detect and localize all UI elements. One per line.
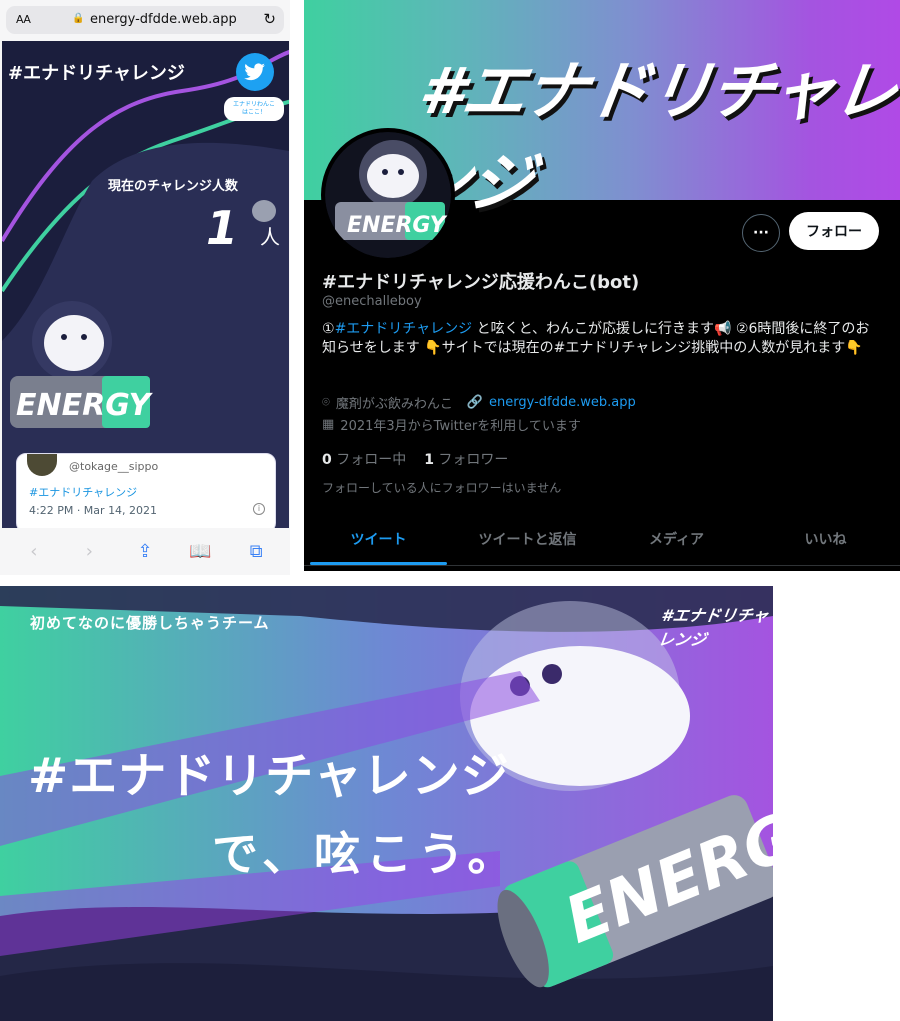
lock-icon: 🔒	[72, 13, 85, 24]
calendar-icon: ▦	[322, 417, 335, 432]
web-page: ENERGY #エナドリチャレンジ エナドリわんこ はここ！ 現在のチャレンジ人…	[2, 41, 289, 528]
tabs-icon[interactable]: ⧉	[236, 541, 276, 562]
challenger-count-label: 現在のチャレンジ人数	[108, 179, 238, 194]
back-icon[interactable]: ‹	[14, 541, 54, 562]
safari-toolbar: ‹ › ⇪ 📖 ⧉	[0, 528, 290, 575]
profile-handle: @enechalleboy	[322, 294, 422, 309]
location-icon: ⌾	[322, 395, 330, 410]
twitter-profile: #エナドリチャレンジ #エナドリチャレンジ ENERGY ··· フォロー #エ…	[304, 0, 900, 571]
tweet-timestamp[interactable]: 4:22 PM · Mar 14, 2021	[29, 504, 157, 517]
svg-text:ENERGY: ENERGY	[347, 213, 448, 238]
promo-banner: ENERGY 初めてなのに優勝しちゃうチーム #エナドリチャレンジ #エナドリチ…	[0, 586, 773, 1021]
tweet-handle[interactable]: @tokage__sippo	[69, 460, 158, 473]
promo-headline-1: #エナドリチャレンジ	[28, 748, 510, 804]
follow-stats: 0 フォロー中 1 フォロワー	[322, 449, 508, 469]
profile-joined-date: 2021年3月からTwitterを利用しています	[340, 419, 581, 434]
bio-hashtag-link[interactable]: #エナドリチャレンジ	[335, 321, 473, 337]
banner-title: #エナドリチャレンジ #エナドリチャレンジ	[401, 55, 900, 225]
challenger-count-unit: 人	[260, 225, 280, 249]
mobile-safari-window: AA 🔒 energy-dfdde.web.app ↻ ENERGY #エナドリ…	[0, 0, 290, 575]
profile-tabs: ツイート ツイートと返信 メディア いいね	[304, 517, 900, 565]
no-known-followers-note: フォローしている人にフォロワーはいません	[322, 481, 562, 495]
reader-text-size-button[interactable]: AA	[16, 13, 31, 26]
profile-meta-row: ⌾ 魔剤がぶ飲みわんこ 🔗 energy-dfdde.web.app	[322, 393, 636, 412]
info-icon[interactable]: i	[253, 503, 265, 515]
url-text[interactable]: energy-dfdde.web.app	[90, 12, 237, 27]
more-options-button[interactable]: ···	[742, 214, 780, 252]
screenshot-collage: AA 🔒 energy-dfdde.web.app ↻ ENERGY #エナドリ…	[0, 0, 900, 1021]
address-bar[interactable]: AA 🔒 energy-dfdde.web.app ↻	[6, 6, 284, 34]
tab-media[interactable]: メディア	[602, 517, 751, 565]
tab-divider	[304, 565, 900, 566]
profile-location: 魔剤がぶ飲みわんこ	[335, 397, 453, 412]
can-label: ENERGY	[16, 388, 154, 423]
tweet-hashtag[interactable]: #エナドリチャレンジ	[29, 484, 137, 500]
profile-bio: ①#エナドリチャレンジ と呟くと、わんこが応援しに行きます📢 ②6時間後に終了の…	[322, 321, 870, 356]
follow-button[interactable]: フォロー	[789, 212, 879, 250]
twitter-bird-button[interactable]	[236, 53, 274, 91]
link-icon: 🔗	[466, 395, 484, 410]
promo-subtitle: 初めてなのに優勝しちゃうチーム	[30, 614, 270, 632]
tab-tweets-and-replies[interactable]: ツイートと返信	[453, 517, 602, 565]
share-icon[interactable]: ⇪	[125, 541, 165, 562]
challenger-count-value: 1	[206, 201, 239, 255]
avatar-image: ENERGY	[325, 132, 451, 258]
following-link[interactable]: 0 フォロー中	[322, 449, 406, 469]
promo-headline-2: で、呟こう。	[212, 827, 520, 881]
embedded-tweet[interactable]: @tokage__sippo #エナドリチャレンジ 4:22 PM · Mar …	[16, 453, 276, 528]
site-title: #エナドリチャレンジ	[8, 63, 185, 84]
profile-avatar[interactable]: ENERGY	[321, 128, 455, 262]
twitter-hint-bubble: エナドリわんこ はここ！	[224, 97, 284, 121]
forward-icon[interactable]: ›	[69, 541, 109, 562]
tab-likes[interactable]: いいね	[751, 517, 900, 565]
profile-website-link[interactable]: energy-dfdde.web.app	[489, 395, 636, 410]
twitter-bird-icon	[244, 63, 265, 81]
avatar	[27, 454, 57, 476]
reload-icon[interactable]: ↻	[263, 10, 276, 28]
promo-logo: #エナドリチャレンジ	[656, 606, 770, 649]
followers-link[interactable]: 1 フォロワー	[424, 449, 508, 469]
profile-name: #エナドリチャレンジ応援わんこ(bot)	[322, 272, 640, 293]
tab-tweets[interactable]: ツイート	[304, 517, 453, 565]
bookmarks-icon[interactable]: 📖	[181, 541, 221, 562]
profile-joined-row: ▦ 2021年3月からTwitterを利用しています	[322, 415, 581, 434]
